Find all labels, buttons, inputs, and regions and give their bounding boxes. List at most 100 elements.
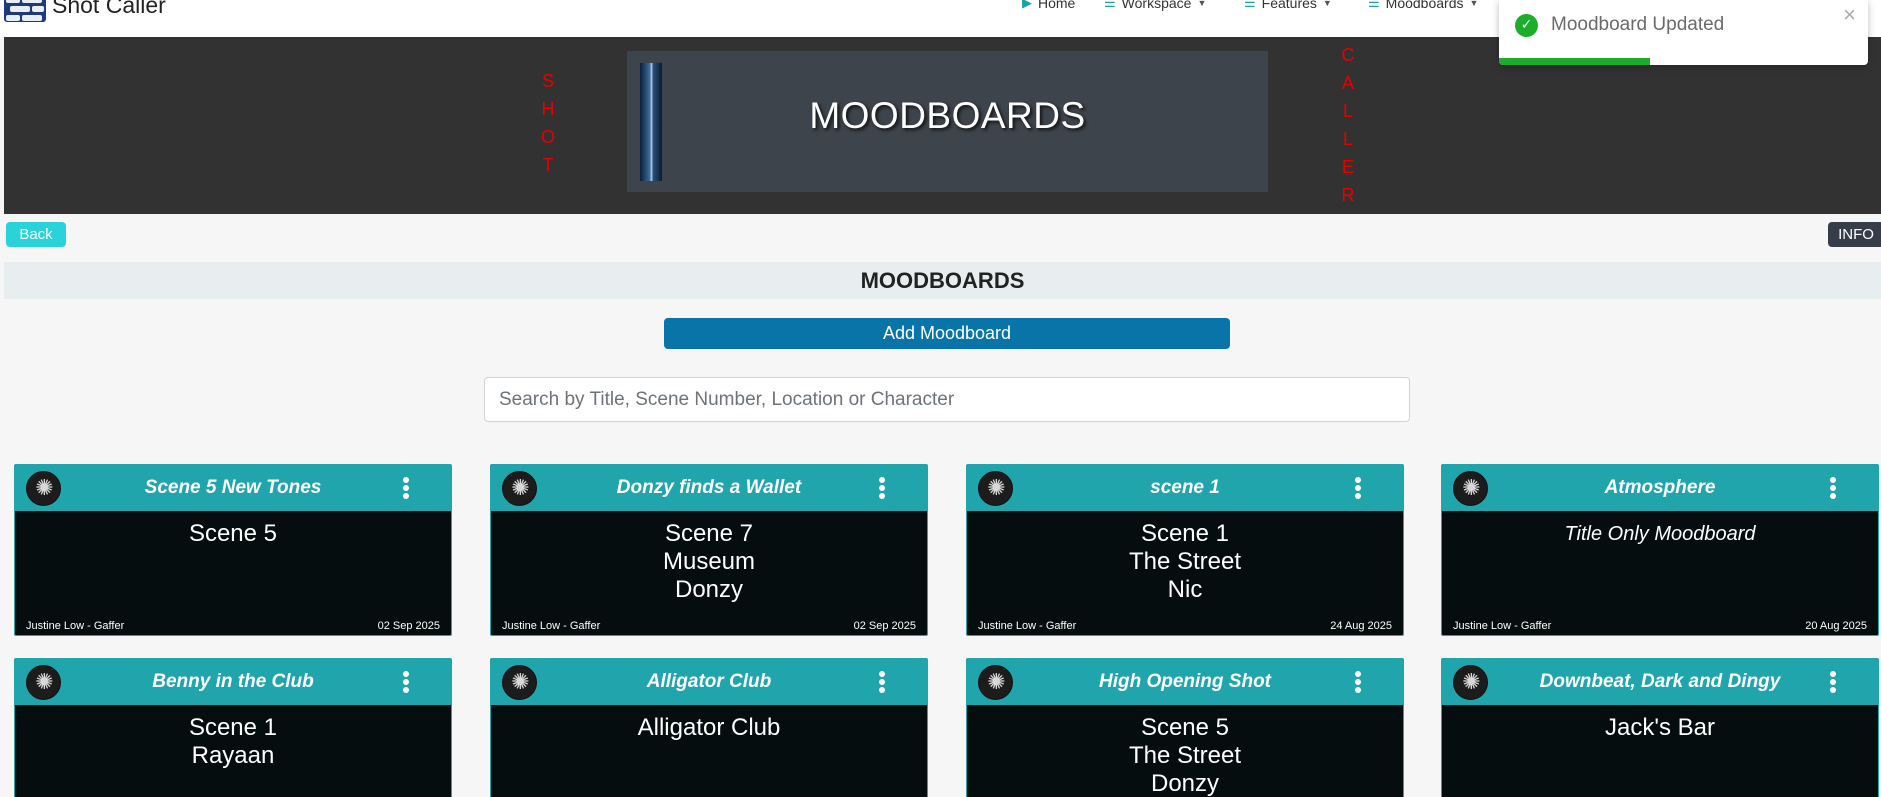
- card-header: Downbeat, Dark and Dingy: [1442, 659, 1878, 705]
- avatar: [26, 665, 62, 701]
- kebab-menu-icon[interactable]: [879, 671, 885, 693]
- banner-letter: L: [1342, 129, 1353, 149]
- card-header: High Opening Shot: [967, 659, 1403, 705]
- avatar: [1453, 665, 1489, 701]
- card-detail: Nic: [1167, 576, 1203, 603]
- card-title[interactable]: Donzy finds a Wallet: [546, 465, 872, 511]
- kebab-menu-icon[interactable]: [1355, 477, 1361, 499]
- banner-letter: R: [1341, 185, 1355, 205]
- card-body: Scene 1 Rayaan: [15, 705, 451, 797]
- kebab-menu-icon[interactable]: [1355, 671, 1361, 693]
- moodboard-card[interactable]: Scene 5 New Tones Scene 5 Justine Low - …: [14, 464, 452, 636]
- avatar: [502, 471, 538, 507]
- card-body: Title Only Moodboard Justine Low - Gaffe…: [1442, 511, 1878, 635]
- banner-letter: L: [1342, 101, 1353, 121]
- card-detail: Title Only Moodboard: [1564, 523, 1756, 545]
- card-header: Benny in the Club: [15, 659, 451, 705]
- nav-features[interactable]: ☰ Features ▼: [1244, 0, 1332, 11]
- card-author: Justine Low - Gaffer: [26, 620, 125, 632]
- card-date: 02 Sep 2025: [853, 620, 916, 632]
- nav-moodboards[interactable]: ☰ Moodboards ▼: [1368, 0, 1478, 11]
- kebab-menu-icon[interactable]: [1830, 477, 1836, 499]
- card-date: 24 Aug 2025: [1330, 620, 1392, 632]
- card-detail: Scene 5: [1140, 714, 1230, 741]
- check-circle-icon: ✓: [1515, 14, 1538, 37]
- app-title[interactable]: Shot Caller: [52, 0, 166, 19]
- banner-letter: C: [1341, 45, 1355, 65]
- nav-home[interactable]: ▶ Home: [1022, 0, 1075, 11]
- menu-icon: ☰: [1368, 0, 1380, 10]
- card-detail: Alligator Club: [637, 714, 781, 741]
- avatar: [978, 471, 1014, 507]
- card-title[interactable]: Benny in the Club: [70, 659, 396, 705]
- card-header: Alligator Club: [491, 659, 927, 705]
- card-detail: Donzy: [1150, 770, 1220, 797]
- card-title[interactable]: High Opening Shot: [1022, 659, 1348, 705]
- info-button[interactable]: INFO: [1828, 222, 1881, 247]
- card-detail: Rayaan: [191, 742, 275, 769]
- nav-moodboards-label: Moodboards: [1385, 0, 1464, 11]
- toast-progress-bar: [1499, 58, 1651, 65]
- chevron-down-icon: ▼: [1469, 0, 1479, 8]
- kebab-menu-icon[interactable]: [879, 477, 885, 499]
- banner-right-vertical-text: C A L L E R: [1338, 41, 1358, 209]
- card-detail: Jack's Bar: [1605, 714, 1715, 741]
- moodboard-card[interactable]: Benny in the Club Scene 1 Rayaan: [14, 658, 452, 797]
- search-input[interactable]: [484, 377, 1410, 422]
- card-body: Jack's Bar: [1442, 705, 1878, 797]
- nav-features-label: Features: [1261, 0, 1317, 11]
- card-date: 20 Aug 2025: [1805, 620, 1867, 632]
- banner-letter: T: [542, 155, 554, 175]
- card-author: Justine Low - Gaffer: [502, 620, 601, 632]
- banner-title: MOODBOARDS: [809, 95, 1086, 136]
- card-detail: Scene 1: [1140, 520, 1230, 547]
- menu-icon: ☰: [1104, 0, 1116, 10]
- nav-home-label: Home: [1038, 0, 1076, 11]
- moodboard-card[interactable]: scene 1 Scene 1 The Street Nic Justine L…: [966, 464, 1404, 636]
- card-detail: Scene 5: [188, 520, 278, 547]
- back-button[interactable]: Back: [6, 222, 66, 247]
- chevron-down-icon: ▼: [1322, 0, 1332, 8]
- banner-letter: S: [541, 71, 554, 91]
- card-detail: The Street: [1128, 742, 1242, 769]
- kebab-menu-icon[interactable]: [403, 477, 409, 499]
- app-logo-icon[interactable]: [4, 0, 46, 22]
- moodboard-card[interactable]: Alligator Club Alligator Club: [490, 658, 928, 797]
- card-author: Justine Low - Gaffer: [978, 620, 1077, 632]
- card-title[interactable]: Alligator Club: [546, 659, 872, 705]
- section-title: MOODBOARDS: [4, 262, 1881, 299]
- card-header: Scene 5 New Tones: [15, 465, 451, 511]
- banner-letter: E: [1341, 157, 1354, 177]
- toast-message: Moodboard Updated: [1551, 14, 1725, 35]
- close-icon[interactable]: ×: [1843, 2, 1856, 28]
- moodboard-card[interactable]: Downbeat, Dark and Dingy Jack's Bar: [1441, 658, 1879, 797]
- chevron-down-icon: ▼: [1197, 0, 1207, 8]
- nav-workspace[interactable]: ☰ Workspace ▼: [1104, 0, 1206, 11]
- card-date: 02 Sep 2025: [377, 620, 440, 632]
- card-detail: The Street: [1128, 548, 1242, 575]
- avatar: [502, 665, 538, 701]
- moodboard-card[interactable]: High Opening Shot Scene 5 The Street Don…: [966, 658, 1404, 797]
- card-title[interactable]: scene 1: [1022, 465, 1348, 511]
- toast-notification: ✓ Moodboard Updated ×: [1499, 0, 1868, 65]
- moodboard-card[interactable]: Atmosphere Title Only Moodboard Justine …: [1441, 464, 1879, 636]
- banner-left-vertical-text: S H O T: [538, 67, 558, 179]
- card-title[interactable]: Atmosphere: [1497, 465, 1823, 511]
- menu-icon: ☰: [1244, 0, 1256, 10]
- card-title[interactable]: Scene 5 New Tones: [70, 465, 396, 511]
- card-header: Donzy finds a Wallet: [491, 465, 927, 511]
- banner-title-box: MOODBOARDS: [627, 51, 1268, 192]
- card-body: Scene 5 Justine Low - Gaffer 02 Sep 2025: [15, 511, 451, 635]
- card-title[interactable]: Downbeat, Dark and Dingy: [1497, 659, 1823, 705]
- add-moodboard-button[interactable]: Add Moodboard: [664, 318, 1230, 349]
- card-body: Scene 7 Museum Donzy Justine Low - Gaffe…: [491, 511, 927, 635]
- card-body: Scene 5 The Street Donzy: [967, 705, 1403, 797]
- banner-letter: H: [541, 99, 555, 119]
- moodboard-card[interactable]: Donzy finds a Wallet Scene 7 Museum Donz…: [490, 464, 928, 636]
- card-body: Alligator Club: [491, 705, 927, 797]
- card-body: Scene 1 The Street Nic Justine Low - Gaf…: [967, 511, 1403, 635]
- card-detail: Donzy: [674, 576, 744, 603]
- avatar: [978, 665, 1014, 701]
- kebab-menu-icon[interactable]: [403, 671, 409, 693]
- kebab-menu-icon[interactable]: [1830, 671, 1836, 693]
